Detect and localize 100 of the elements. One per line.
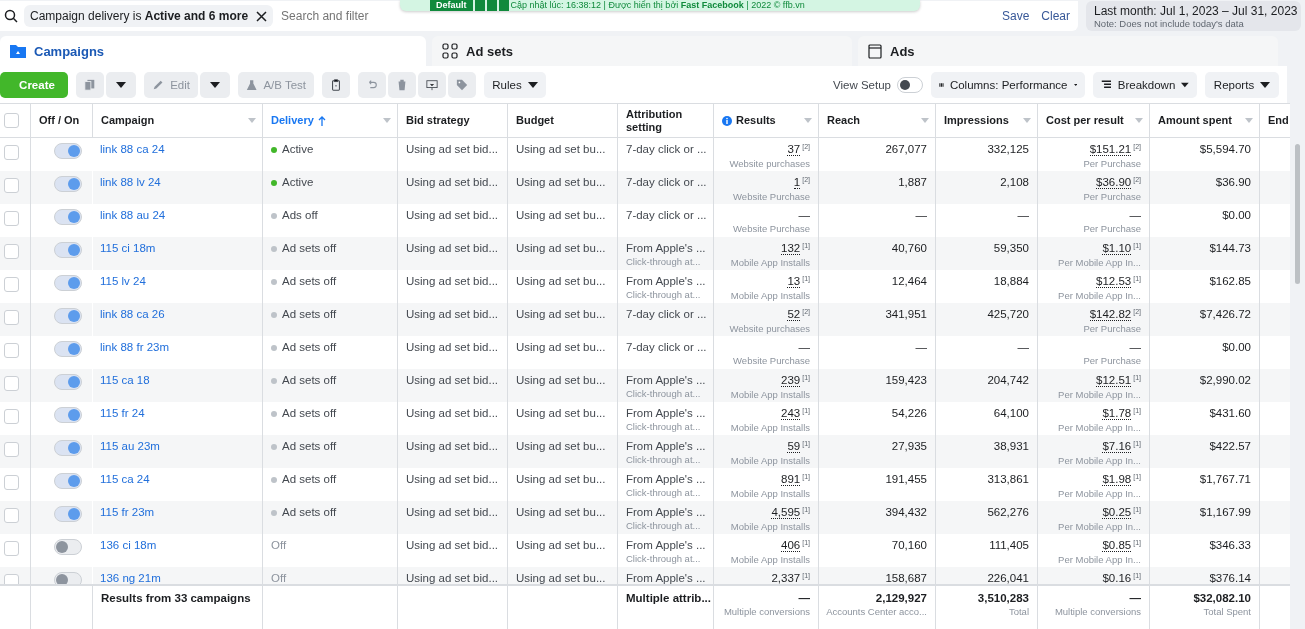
sort-menu-icon[interactable] <box>1135 118 1143 123</box>
campaign-link[interactable]: link 88 au 24 <box>100 209 166 221</box>
row-checkbox[interactable] <box>4 145 19 160</box>
campaign-toggle[interactable] <box>54 440 82 456</box>
row-checkbox[interactable] <box>4 541 19 556</box>
campaign-link[interactable]: 136 ng 21m <box>100 572 161 584</box>
column-header[interactable]: Attribution setting <box>626 107 707 134</box>
sort-menu-icon[interactable] <box>921 118 929 123</box>
select-all-checkbox[interactable] <box>4 113 19 128</box>
metric-value: 132 <box>781 242 801 255</box>
column-header[interactable]: Amount spent <box>1158 114 1232 127</box>
campaign-toggle[interactable] <box>54 407 82 423</box>
filter-chip[interactable]: Campaign delivery is Active and 6 more <box>24 5 274 27</box>
campaign-link[interactable]: 115 au 23m <box>100 440 160 452</box>
row-checkbox[interactable] <box>4 442 19 457</box>
column-header[interactable]: Off / On <box>39 114 80 127</box>
column-header[interactable]: Impressions <box>944 114 1009 127</box>
campaign-link[interactable]: 115 ca 18 <box>100 374 150 386</box>
metric-value: 4,595 <box>771 506 801 519</box>
campaign-link[interactable]: link 88 lv 24 <box>100 176 161 188</box>
campaign-toggle[interactable] <box>54 572 82 584</box>
delete-button[interactable] <box>388 71 416 98</box>
row-checkbox[interactable] <box>4 211 19 226</box>
campaign-link[interactable]: 115 ca 24 <box>100 473 150 485</box>
campaign-link[interactable]: 115 fr 23m <box>100 506 155 518</box>
campaign-link[interactable]: 115 fr 24 <box>100 407 145 419</box>
clear-link[interactable]: Clear <box>1041 9 1070 23</box>
tab[interactable]: Ads <box>858 36 1278 66</box>
sort-menu-icon[interactable] <box>248 118 256 123</box>
total-label: Accounts Center acco... <box>826 606 927 617</box>
row-checkbox[interactable] <box>4 178 19 193</box>
metric-label: Mobile App Installs <box>730 488 810 499</box>
campaign-link[interactable]: 115 ci 18m <box>100 242 156 254</box>
preview-button[interactable] <box>418 71 446 98</box>
budget: Using ad set bu... <box>516 242 606 254</box>
total-label: Total <box>1008 606 1029 617</box>
campaign-toggle[interactable] <box>54 176 82 192</box>
row-checkbox[interactable] <box>4 310 19 325</box>
campaign-toggle[interactable] <box>54 209 82 225</box>
column-header[interactable]: Bid strategy <box>406 114 470 127</box>
column-header[interactable]: Reach <box>827 114 861 127</box>
column-header[interactable]: Budget <box>516 114 554 127</box>
campaign-toggle[interactable] <box>54 374 82 390</box>
column-header[interactable]: Results <box>722 114 776 127</box>
campaign-link[interactable]: link 88 fr 23m <box>100 341 170 353</box>
info-icon[interactable] <box>722 115 732 126</box>
row-checkbox[interactable] <box>4 244 19 259</box>
campaign-toggle[interactable] <box>54 143 82 159</box>
dropdown-button[interactable] <box>200 71 230 98</box>
budget: Using ad set bu... <box>516 176 606 188</box>
caret-icon <box>1181 81 1189 88</box>
bid-strategy: Using ad set bid... <box>406 374 499 386</box>
attribution-setting: From Apple's ... <box>626 374 706 386</box>
tab[interactable]: Campaigns <box>0 36 426 66</box>
columns-dropdown[interactable]: Columns: Performance <box>931 71 1085 98</box>
clipboard-button[interactable] <box>322 71 350 98</box>
column-header[interactable]: Campaign <box>101 114 155 127</box>
metric-label: Per Mobile App In... <box>1058 554 1141 565</box>
campaign-link[interactable]: link 88 ca 24 <box>100 143 165 155</box>
cell-value: — <box>1017 209 1029 221</box>
campaign-toggle[interactable] <box>54 242 82 258</box>
row-checkbox[interactable] <box>4 475 19 490</box>
row-checkbox[interactable] <box>4 277 19 292</box>
preset-dropdown[interactable]: Default <box>430 0 473 11</box>
sort-menu-icon[interactable] <box>1245 118 1253 123</box>
cell-value: $5,594.70 <box>1199 143 1251 155</box>
scrollbar[interactable] <box>1295 144 1300 284</box>
column-header[interactable]: End <box>1268 114 1289 127</box>
tab[interactable]: Ad sets <box>432 36 852 66</box>
save-link[interactable]: Save <box>1001 9 1030 23</box>
sort-menu-icon[interactable] <box>383 118 391 123</box>
campaign-link[interactable]: 115 lv 24 <box>100 275 146 287</box>
reports-dropdown[interactable]: Reports <box>1205 71 1279 98</box>
budget: Using ad set bu... <box>516 275 606 287</box>
cell-value: 204,742 <box>987 374 1029 386</box>
dropdown-button[interactable] <box>106 71 136 98</box>
row-checkbox[interactable] <box>4 343 19 358</box>
column-header[interactable]: Cost per result <box>1046 114 1124 127</box>
column-header[interactable]: Delivery <box>271 114 326 127</box>
view-setup-toggle[interactable] <box>897 76 923 93</box>
metric-label: Per Mobile App In... <box>1058 521 1141 532</box>
breakdown-dropdown[interactable]: Breakdown <box>1093 71 1197 98</box>
campaign-toggle[interactable] <box>54 539 82 555</box>
sort-menu-icon[interactable] <box>804 118 812 123</box>
campaign-link[interactable]: link 88 ca 26 <box>100 308 165 320</box>
date-range-picker[interactable]: Last month: Jul 1, 2023 – Jul 31, 2023 Note: Does not include today's data <box>1086 1 1301 31</box>
close-icon[interactable] <box>256 10 268 22</box>
sort-menu-icon[interactable] <box>1023 118 1031 123</box>
campaign-toggle[interactable] <box>54 506 82 522</box>
rules-dropdown[interactable]: Rules <box>484 71 546 98</box>
tag-button[interactable] <box>448 71 476 98</box>
campaign-toggle[interactable] <box>54 308 82 324</box>
row-checkbox[interactable] <box>4 508 19 523</box>
row-checkbox[interactable] <box>4 409 19 424</box>
campaign-toggle[interactable] <box>54 275 82 291</box>
campaign-toggle[interactable] <box>54 473 82 489</box>
row-checkbox[interactable] <box>4 376 19 391</box>
campaign-link[interactable]: 136 ci 18m <box>100 539 157 551</box>
undo-button[interactable] <box>358 71 386 98</box>
campaign-toggle[interactable] <box>54 341 82 357</box>
